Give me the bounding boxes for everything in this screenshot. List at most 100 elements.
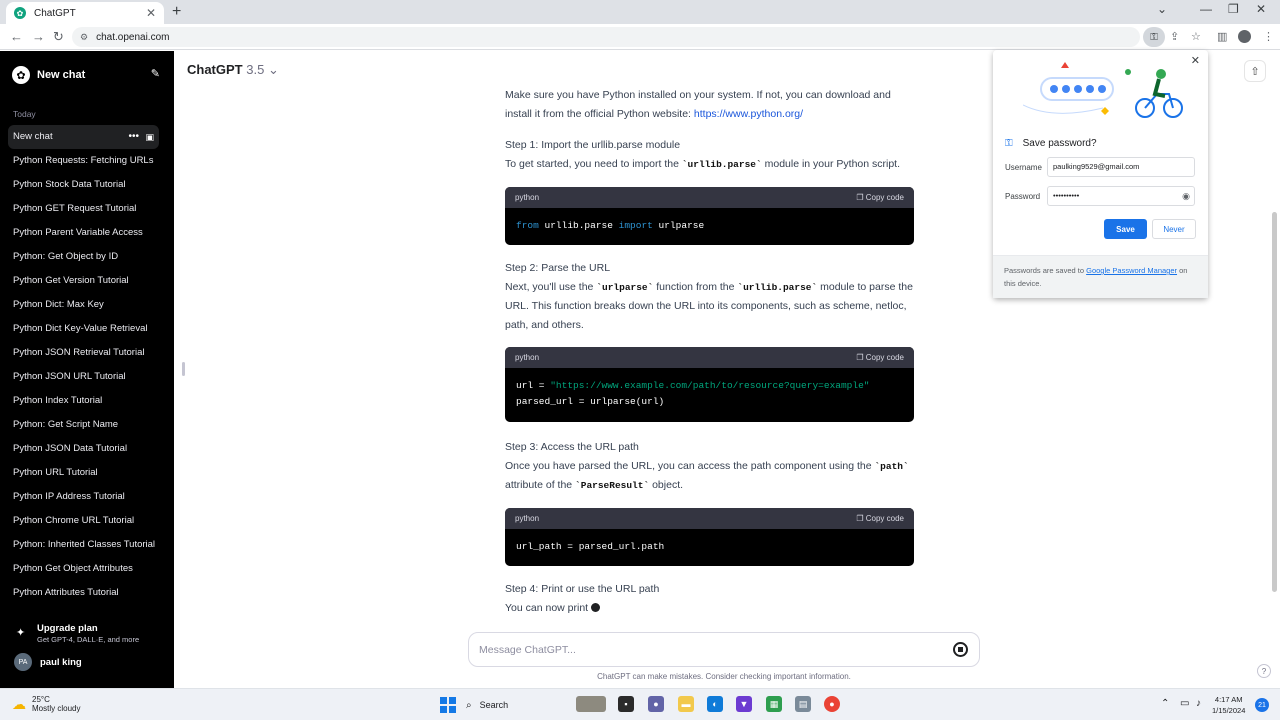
chat-history-list: New chat ••• ▣ Python Requests: Fetching… [8,125,159,605]
username-field[interactable]: paulking9529@gmail.com [1047,157,1195,177]
python-website-link[interactable]: https://www.python.org/ [694,108,803,120]
reload-icon[interactable]: ↻ [53,29,64,45]
chat-item[interactable]: Python: Get Object by ID [8,245,159,269]
system-clock[interactable]: 4:17 AM 1/15/2024 [1212,694,1245,716]
spreadsheet-app-icon[interactable]: ▦ [766,696,782,712]
taskbar-search[interactable]: ⌕ Search [466,695,566,715]
bookmark-star-icon[interactable]: ☆ [1191,30,1201,43]
code-text: urllib.parse [538,220,619,231]
clipboard-icon: ❐ [856,193,866,202]
code-content: from urllib.parse import urlparse [505,208,914,244]
user-menu[interactable]: PA paul king [14,653,82,671]
weather-widget[interactable]: ☁ 25°C Mostly cloudy [12,695,80,713]
chat-item[interactable]: Python Dict Key-Value Retrieval [8,317,159,341]
tray-chevron-up-icon[interactable]: ⌃ [1161,698,1169,709]
chat-item[interactable]: Python Chrome URL Tutorial [8,509,159,533]
notification-badge[interactable]: 21 [1255,698,1269,712]
password-label: Password [1005,192,1041,201]
code-text: parsed_url = urlparse(url) [516,396,665,407]
tab-title: ChatGPT [34,7,76,19]
password-key-icon[interactable]: ⚿ [1143,27,1165,47]
share-chat-button[interactable]: ⇧ [1244,60,1266,82]
openai-logo-icon: ✿ [12,66,30,84]
network-icon[interactable]: ▭ [1180,698,1189,709]
vpn-app-icon[interactable]: ▼ [736,696,752,712]
stop-generating-button[interactable] [953,642,968,657]
news-widget-icon[interactable] [576,696,606,712]
main-scrollbar[interactable] [1272,212,1277,592]
password-manager-link[interactable]: Google Password Manager [1086,266,1177,275]
help-button[interactable]: ? [1257,664,1271,678]
message-input[interactable] [479,641,929,659]
compose-icon[interactable]: ✎ [151,67,160,80]
copy-code-button[interactable]: ❐ Copy code [856,193,904,202]
share-page-icon[interactable]: ⇪ [1170,30,1179,43]
chat-item[interactable]: Python Attributes Tutorial [8,581,159,605]
chat-app-icon[interactable]: ● [648,696,664,712]
chat-item-active[interactable]: New chat ••• ▣ [8,125,159,149]
chat-item[interactable]: Python JSON Data Tutorial [8,437,159,461]
site-info-icon[interactable]: ⚙ [80,32,88,43]
close-icon[interactable]: ✕ [1191,54,1200,67]
chat-item[interactable]: Python Parent Variable Access [8,221,159,245]
chat-item-label: New chat [13,131,53,142]
chat-item[interactable]: Python Get Version Tutorial [8,269,159,293]
chat-item[interactable]: Python: Inherited Classes Tutorial [8,533,159,557]
new-chat-label: New chat [37,69,86,81]
forward-arrow-icon[interactable]: → [32,29,45,44]
copy-code-button[interactable]: ❐ Copy code [856,353,904,362]
archive-icon[interactable]: ▣ [145,125,154,149]
new-chat-button[interactable]: ✿ New chat ✎ [12,65,162,85]
profile-avatar-icon[interactable] [1238,30,1251,43]
model-selector[interactable]: ChatGPT 3.5 ⌄ [187,62,279,78]
address-bar[interactable]: ⚙ chat.openai.com [72,27,1140,47]
copy-code-button[interactable]: ❐ Copy code [856,514,904,523]
task-view-icon[interactable]: ▪ [618,696,634,712]
inline-code: `path` [874,460,909,472]
file-explorer-icon[interactable]: ▬ [678,696,694,712]
search-label: Search [479,700,509,710]
copy-code-label: Copy code [865,193,904,202]
browser-tab-chatgpt[interactable]: ✿ ChatGPT ✕ [6,2,164,24]
chat-item[interactable]: Python URL Tutorial [8,461,159,485]
back-arrow-icon[interactable]: ← [10,29,23,44]
never-save-button[interactable]: Never [1152,219,1196,239]
copy-code-label: Copy code [865,514,904,523]
show-password-eye-icon[interactable]: ◉ [1182,187,1190,205]
password-field[interactable]: •••••••••• ◉ [1047,186,1195,206]
side-panel-icon[interactable]: ▥ [1217,30,1227,43]
new-tab-button[interactable]: + [172,3,181,21]
chat-item[interactable]: Python GET Request Tutorial [8,197,159,221]
inline-code: `urllib.parse` [737,281,818,293]
chrome-browser-icon[interactable]: ● [824,696,840,712]
tab-close-icon[interactable]: ✕ [146,6,156,20]
step3-text-a: Once you have parsed the URL, you can ac… [505,459,875,472]
intro-paragraph: Make sure you have Python installed on y… [505,86,915,123]
close-window-button[interactable]: ✕ [1256,2,1266,16]
volume-icon[interactable]: ♪ [1196,698,1201,709]
maximize-button[interactable]: ❐ [1228,2,1239,16]
chat-item[interactable]: Python IP Address Tutorial [8,485,159,509]
tab-search-icon[interactable]: ⌄ [1157,2,1167,16]
network-app-icon[interactable]: ▤ [795,696,811,712]
browser-menu-icon[interactable]: ⋮ [1263,30,1274,43]
code-language: python [515,353,540,362]
chat-item[interactable]: Python JSON URL Tutorial [8,365,159,389]
sidebar-toggle-handle[interactable] [182,362,185,376]
upgrade-plan-button[interactable]: ✦ Upgrade plan Get GPT-4, DALL·E, and mo… [16,621,166,647]
chat-item[interactable]: Python Requests: Fetching URLs [8,149,159,173]
chat-item[interactable]: Python Get Object Attributes [8,557,159,581]
windows-start-icon[interactable] [440,697,456,713]
chat-item[interactable]: Python: Get Script Name [8,413,159,437]
minimize-button[interactable]: — [1200,2,1212,16]
chat-item[interactable]: Python Stock Data Tutorial [8,173,159,197]
more-options-icon[interactable]: ••• [128,125,139,149]
dialog-title-row: ⚿ Save password? [1005,138,1097,149]
save-password-button[interactable]: Save [1104,219,1147,239]
edge-browser-icon[interactable]: ◐ [707,696,723,712]
chat-item[interactable]: Python Dict: Max Key [8,293,159,317]
chat-item[interactable]: Python JSON Retrieval Tutorial [8,341,159,365]
chat-item[interactable]: Python Index Tutorial [8,389,159,413]
dialog-footer: Passwords are saved to Google Password M… [993,255,1208,298]
password-illustration-icon [1023,62,1183,118]
